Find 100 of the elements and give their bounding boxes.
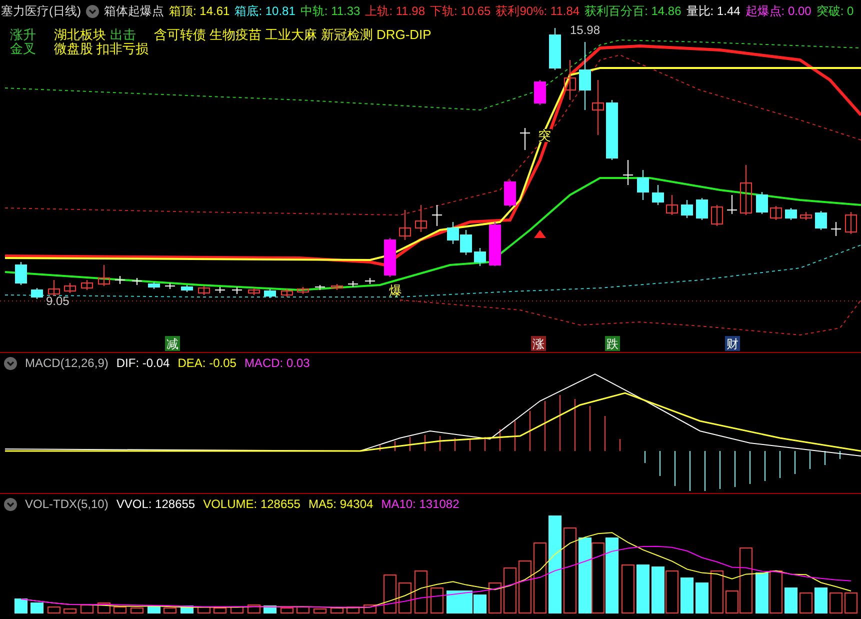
candlestick	[64, 282, 76, 294]
volume-bar	[296, 606, 310, 614]
candlestick	[415, 204, 427, 232]
candlestick	[364, 278, 376, 284]
volume-bar	[666, 570, 678, 614]
volume-bar	[592, 542, 604, 614]
volume-bar	[474, 594, 486, 614]
candlestick	[281, 288, 293, 298]
candlestick	[114, 276, 126, 284]
candlestick	[785, 208, 797, 220]
candlestick	[592, 80, 604, 136]
concept-tag: 出击	[110, 28, 136, 41]
volume-bar	[446, 590, 460, 614]
candlestick	[447, 222, 459, 244]
candlestick	[534, 80, 546, 106]
volume-bar	[814, 588, 828, 614]
candlestick	[474, 248, 486, 266]
signal-marker: 财	[725, 336, 740, 351]
candlestick	[98, 264, 110, 286]
volume-bar	[784, 588, 798, 614]
candlestick	[148, 282, 160, 290]
candlestick	[48, 280, 60, 296]
indicator-value: VOLUME: 128655	[203, 498, 300, 510]
high-price-label: 15.98	[570, 24, 600, 36]
indicator-reading: 箱底: 10.81	[234, 5, 296, 17]
volume-bar	[696, 582, 708, 614]
candlestick	[549, 28, 561, 70]
indicator-reading: 突破: 0	[816, 5, 854, 17]
candlestick	[681, 200, 693, 218]
volume-bar	[230, 606, 244, 614]
indicator-title: MACD(12,26,9)	[25, 357, 108, 369]
indicator-value: MA5: 94304	[308, 498, 374, 510]
volume-bar	[622, 564, 634, 614]
candlestick	[384, 238, 396, 278]
candlestick	[606, 100, 618, 160]
stock-title: 塞力医疗(日线)	[1, 5, 81, 17]
volume-bar	[130, 608, 144, 614]
indicator-reading: 量比: 1.44	[686, 5, 740, 17]
signal-label: 涨升	[10, 28, 36, 41]
volume-bar	[460, 590, 472, 614]
candlestick	[432, 204, 442, 226]
chevron-circle-icon[interactable]	[86, 4, 99, 18]
volume-bar	[280, 608, 294, 614]
volume-bar	[164, 608, 176, 614]
indicator-title: 箱体起爆点	[104, 5, 164, 17]
indicator-value: MACD: 0.03	[244, 357, 310, 369]
candlestick	[504, 180, 516, 208]
candlestick	[622, 160, 634, 186]
indicator-reading: 箱顶: 14.61	[169, 5, 230, 17]
candlestick	[666, 194, 678, 216]
volume-bar	[398, 582, 412, 614]
candlestick	[164, 282, 176, 290]
volume-bar	[534, 542, 546, 614]
indicator-value: VVOL: 128655	[116, 498, 196, 510]
candlestick	[264, 288, 276, 298]
low-price-label: 9.05	[46, 295, 70, 307]
candlestick	[331, 284, 343, 290]
volume-bar	[844, 592, 858, 614]
signal-marker: 跌	[605, 336, 620, 351]
volume-bar	[346, 606, 360, 614]
indicator-reading: 获利百分百: 14.86	[584, 5, 682, 17]
candlestick	[489, 222, 501, 266]
volume-bar	[114, 606, 126, 614]
volume-bar	[770, 570, 782, 614]
candlestick	[711, 204, 723, 226]
indicator-reading: 下轨: 10.65	[430, 5, 491, 17]
volume-bar	[414, 570, 428, 614]
indicator-title: VOL-TDX(5,10)	[25, 498, 108, 510]
indicator-value: MA10: 131082	[381, 498, 460, 510]
volume-bar	[148, 606, 160, 614]
candlestick	[800, 212, 812, 220]
candlestick	[637, 170, 649, 200]
volume-bar	[198, 606, 210, 614]
volume-bar	[430, 588, 444, 614]
candlestick	[460, 230, 472, 256]
chevron-circle-icon[interactable]	[4, 356, 17, 370]
candlestick	[297, 286, 309, 294]
indicator-value: DEA: -0.05	[178, 357, 236, 369]
burst-label: 爆	[389, 284, 402, 297]
candlestick	[830, 222, 842, 236]
chevron-circle-icon[interactable]	[4, 498, 17, 510]
candlestick	[696, 198, 708, 220]
volume-bar	[518, 560, 532, 614]
volume-bar	[488, 582, 502, 614]
candlestick	[81, 280, 93, 290]
volume-bar	[248, 604, 260, 614]
volume-bar	[504, 568, 516, 614]
indicator-value: DIF: -0.04	[116, 357, 170, 369]
candlestick	[198, 286, 210, 296]
volume-bar	[800, 592, 812, 614]
indicator-reading: 上轨: 11.98	[365, 5, 426, 17]
volume-bar	[80, 604, 94, 614]
candlestick	[181, 284, 193, 292]
volume-bar	[756, 572, 768, 614]
volume-bar	[48, 606, 60, 614]
volume-bar	[214, 608, 226, 614]
volume-bar	[14, 598, 28, 614]
concept-tag: 微盘股 扣非亏损	[54, 42, 149, 55]
volume-bar	[680, 578, 694, 614]
candlestick	[31, 288, 43, 300]
